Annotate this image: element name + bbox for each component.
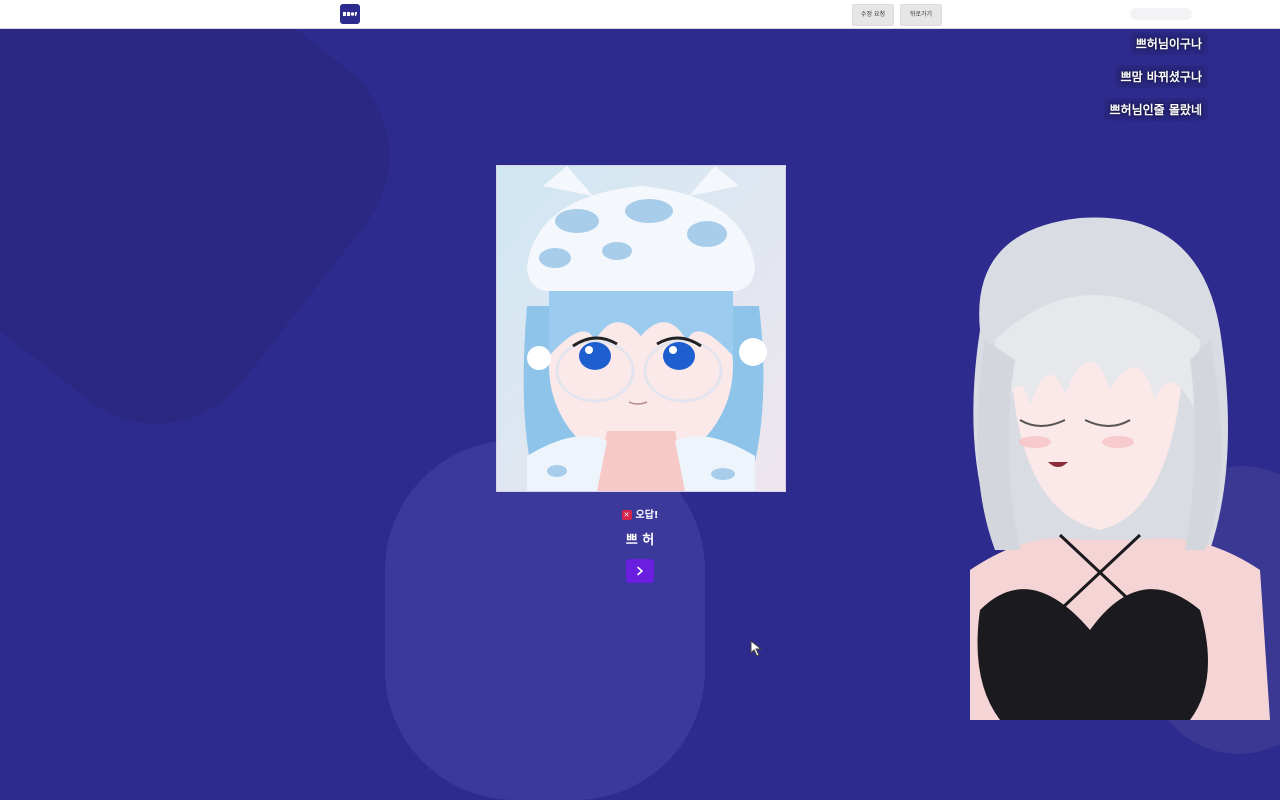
x-mark-icon: ✕ [621,510,632,520]
result-label: 오답! [635,510,659,521]
cursor-icon [748,638,768,662]
chat-message: 쁘허님이구나 [1129,32,1208,55]
top-bar: 수정 요청 뒤로가기 [0,0,1280,29]
fix-request-button[interactable]: 수정 요청 [852,4,894,26]
chevron-right-icon [637,566,643,576]
faded-chat-message [1130,8,1192,20]
background-shape [0,0,434,468]
streamer-avatar [940,210,1280,720]
back-button[interactable]: 뒤로가기 [900,4,942,26]
next-button[interactable] [626,559,654,583]
chat-message: 쁘맘 바뀌셨구나 [1114,65,1208,88]
background-shape [385,440,705,800]
quiz-character-image [496,165,786,492]
app-logo-icon[interactable] [340,4,360,24]
chat-message: 쁘허님인줄 몰랐네 [1103,98,1208,121]
